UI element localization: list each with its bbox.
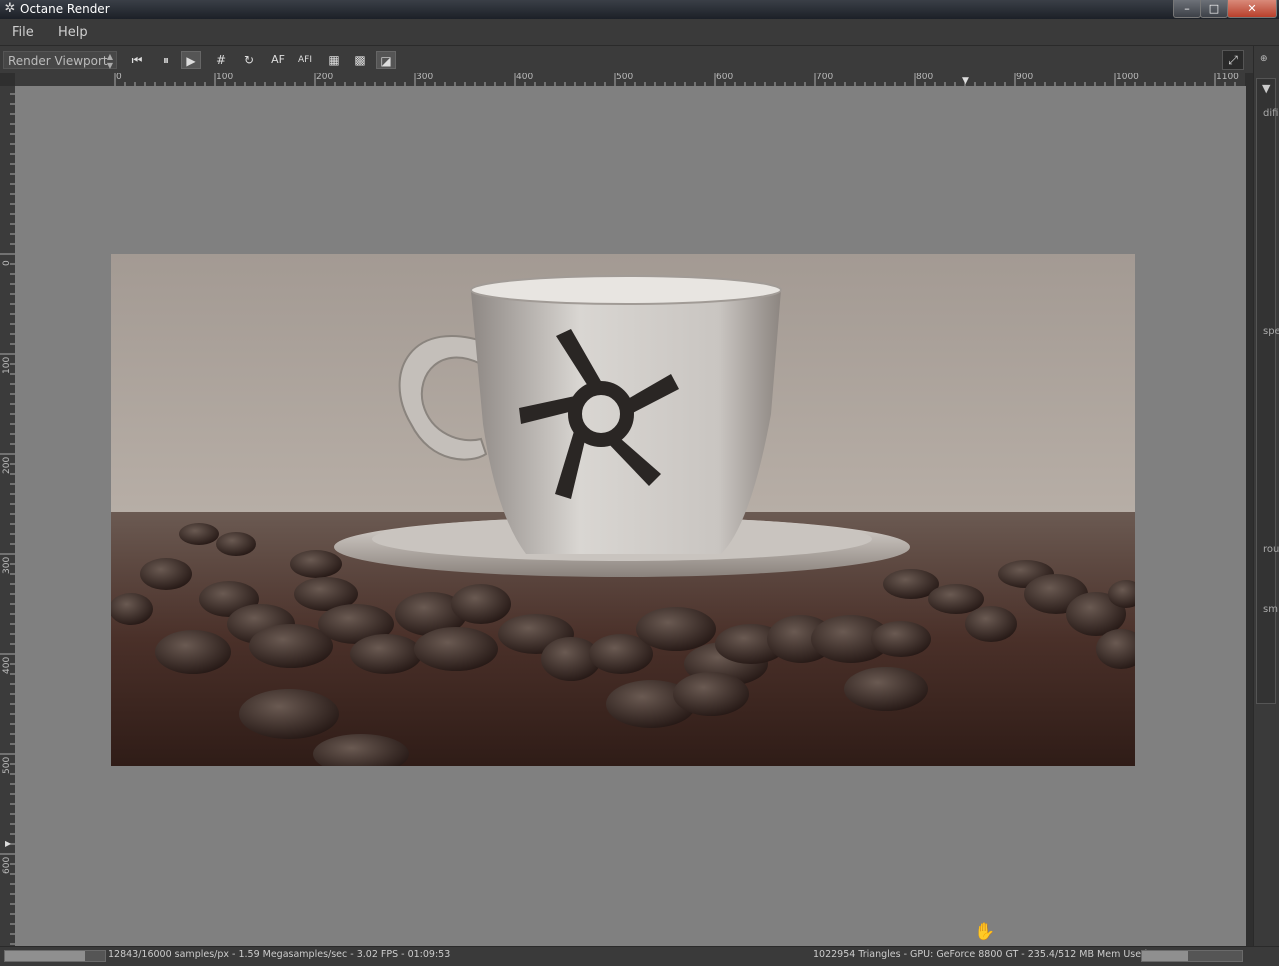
maximize-button[interactable]: □ [1200, 0, 1228, 18]
node-inspector-panel: ⊕ ▼ difi spe rou sm [1253, 46, 1279, 965]
h-ruler-label: 200 [316, 73, 334, 82]
panel-pin-icon[interactable]: ⊕ [1260, 54, 1268, 64]
v-ruler-label: 500 [2, 756, 12, 774]
close-button[interactable]: ✕ [1227, 0, 1277, 18]
v-ruler-label: 200 [2, 456, 12, 474]
v-ruler-label: 100 [2, 356, 12, 374]
v-ruler-label: 400 [2, 656, 12, 674]
viewport-select[interactable]: Render Viewport ▲ ▼ [3, 51, 117, 70]
memory-usage-fill [1142, 951, 1188, 961]
render-viewport[interactable]: ✋ [15, 86, 1246, 946]
af-icon[interactable]: AF [268, 51, 288, 69]
hand-cursor-icon: ✋ [974, 922, 996, 942]
window-title: Octane Render [20, 2, 110, 16]
grid-icon[interactable]: # [211, 51, 231, 69]
vertical-ruler-ticks [0, 93, 15, 945]
h-ruler-label: 1100 [1216, 73, 1239, 82]
pattern-icon[interactable]: ▦ [324, 51, 344, 69]
param-label-roughness: rou [1263, 544, 1279, 555]
v-ruler-label: 600 [2, 856, 12, 874]
h-ruler-label: 1000 [1116, 73, 1139, 82]
param-label-smooth: sm [1263, 604, 1278, 615]
h-ruler-label: 500 [616, 73, 634, 82]
h-ruler-label: 900 [1016, 73, 1034, 82]
restart-icon[interactable]: ⏮ [127, 51, 147, 69]
play-icon[interactable]: ▶ [181, 51, 201, 69]
render-progress-bar [4, 950, 106, 962]
menu-file[interactable]: File [12, 25, 34, 40]
h-ruler-label: 700 [816, 73, 834, 82]
vertical-ruler: 0 100 200 300 400 500 600 ▶ [0, 86, 15, 946]
v-ruler-cursor-marker-icon: ▶ [5, 839, 12, 848]
octane-logo-icon: ✲ [4, 1, 16, 16]
h-ruler-label: 300 [416, 73, 434, 82]
h-ruler-label: 400 [516, 73, 534, 82]
scene-stats-text: 1022954 Triangles - GPU: GeForce 8800 GT… [813, 949, 1148, 960]
v-ruler-label: 300 [2, 556, 12, 574]
menu-help[interactable]: Help [58, 25, 88, 40]
horizontal-ruler: 0 100 200 300 400 500 600 700 800 900 10… [15, 73, 1245, 86]
param-label-diffuse: difi [1263, 108, 1279, 119]
v-ruler-label: 0 [2, 260, 12, 266]
h-ruler-label: 800 [916, 73, 934, 82]
render-toolbar: Render Viewport ▲ ▼ ⏮ ⏸ ▶ # ↻ AF AFI ▦ ▩ … [0, 46, 1253, 73]
collapse-arrow-icon[interactable]: ▼ [1262, 82, 1270, 95]
minimize-button[interactable]: – [1173, 0, 1201, 18]
coffee-cup-render [111, 254, 1135, 766]
render-image [111, 254, 1135, 766]
h-ruler-label: 0 [116, 73, 122, 82]
spinner-arrows-icon: ▲ ▼ [106, 52, 113, 70]
h-ruler-label: 600 [716, 73, 734, 82]
fullscreen-icon[interactable]: ⤢ [1222, 50, 1244, 70]
h-ruler-label: 100 [216, 73, 234, 82]
render-progress-fill [5, 951, 85, 961]
afi-icon[interactable]: AFI [295, 51, 315, 69]
memory-usage-bar [1141, 950, 1243, 962]
refresh-icon[interactable]: ↻ [239, 51, 259, 69]
param-label-specular: spe [1263, 326, 1279, 337]
checker-icon[interactable]: ▩ [350, 51, 370, 69]
alpha-icon[interactable]: ◪ [376, 51, 396, 69]
pause-icon[interactable]: ⏸ [156, 51, 176, 69]
status-bar: 12843/16000 samples/px - 1.59 Megasample… [0, 946, 1279, 966]
title-bar: ✲ Octane Render – □ ✕ [0, 0, 1279, 19]
render-stats-text: 12843/16000 samples/px - 1.59 Megasample… [108, 949, 451, 960]
menu-bar: File Help [0, 19, 1279, 46]
viewport-select-value: Render Viewport [8, 54, 108, 68]
h-ruler-cursor-marker-icon: ▼ [962, 76, 969, 86]
